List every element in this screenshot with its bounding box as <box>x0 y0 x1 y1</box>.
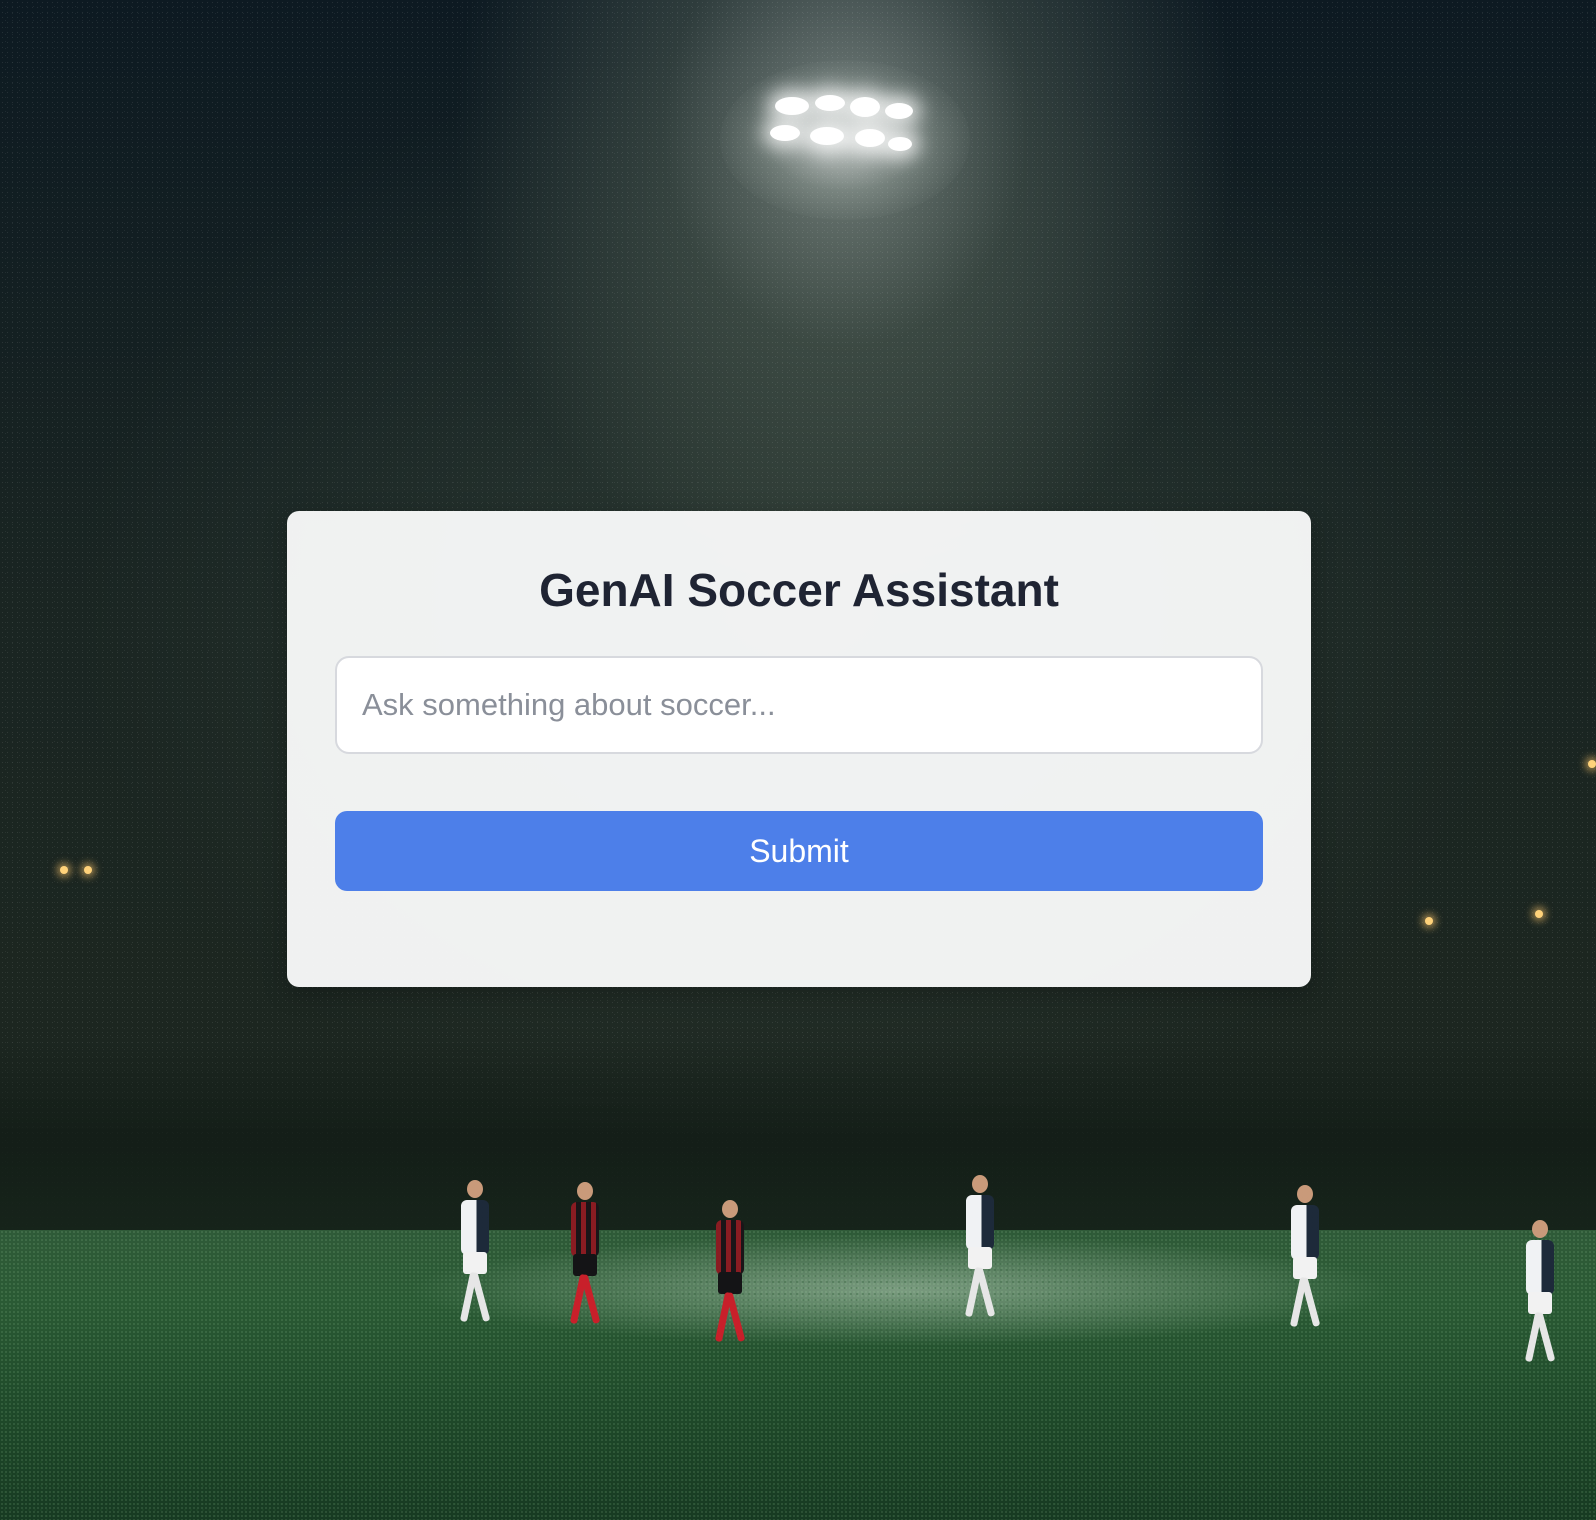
distant-light <box>1588 760 1596 768</box>
assistant-card: GenAI Soccer Assistant Submit <box>287 511 1311 987</box>
player <box>565 1182 605 1332</box>
page-title: GenAI Soccer Assistant <box>539 564 1059 616</box>
distant-light <box>60 866 68 874</box>
player <box>710 1200 750 1350</box>
background-photo: GenAI Soccer Assistant Submit <box>0 0 1596 1520</box>
floodlight <box>770 95 920 165</box>
distant-light <box>1535 910 1543 918</box>
pitch <box>0 1230 1596 1520</box>
distant-light <box>84 866 92 874</box>
player <box>1285 1185 1325 1335</box>
submit-button[interactable]: Submit <box>335 811 1263 891</box>
player <box>455 1180 495 1330</box>
player <box>960 1175 1000 1325</box>
distant-light <box>1425 917 1433 925</box>
treeline <box>0 1040 1596 1240</box>
question-input[interactable] <box>335 656 1263 754</box>
player <box>1520 1220 1560 1370</box>
